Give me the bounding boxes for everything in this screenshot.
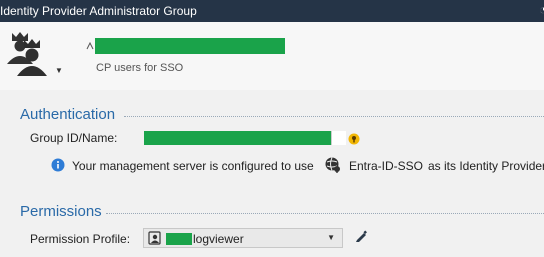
info-message: Your management server is configured to … (72, 159, 314, 173)
info-icon (51, 158, 65, 172)
pencil-icon[interactable] (354, 229, 368, 243)
permissions-section-title: Permissions (20, 203, 102, 220)
permission-profile-select[interactable]: logviewer ▼ (143, 228, 343, 248)
name-prefix-icon (86, 42, 94, 50)
authentication-section-title: Authentication (20, 106, 116, 123)
group-id-label: Group ID/Name: (30, 131, 118, 145)
group-id-field[interactable] (144, 131, 344, 145)
avatar-dropdown-chevron-icon[interactable]: ▼ (55, 66, 63, 75)
profile-icon (148, 231, 161, 245)
permission-profile-value: logviewer (193, 232, 244, 246)
admin-group-icon[interactable] (4, 30, 60, 76)
identity-provider-suffix: as its Identity Provider (428, 159, 544, 173)
globe-key-icon (325, 157, 340, 173)
window-titlebar: Identity Provider Administrator Group ◔ (0, 0, 544, 22)
group-description: CP users for SSO (96, 62, 184, 74)
window-control-icon[interactable]: ◔ (539, 2, 544, 17)
dropdown-arrow-icon[interactable]: ▼ (327, 233, 335, 242)
window-title: Identity Provider Administrator Group (0, 4, 197, 18)
group-lookup-icon[interactable] (348, 133, 360, 145)
permission-profile-label: Permission Profile: (30, 232, 131, 246)
permissions-divider (106, 213, 544, 214)
group-name-redacted[interactable] (95, 38, 285, 54)
group-header: ▼ CP users for SSO (0, 22, 544, 90)
group-id-field-end[interactable] (331, 131, 346, 145)
profile-name-redacted (166, 233, 192, 245)
authentication-divider (124, 116, 544, 117)
identity-provider-name: Entra-ID-SSO (349, 159, 424, 173)
